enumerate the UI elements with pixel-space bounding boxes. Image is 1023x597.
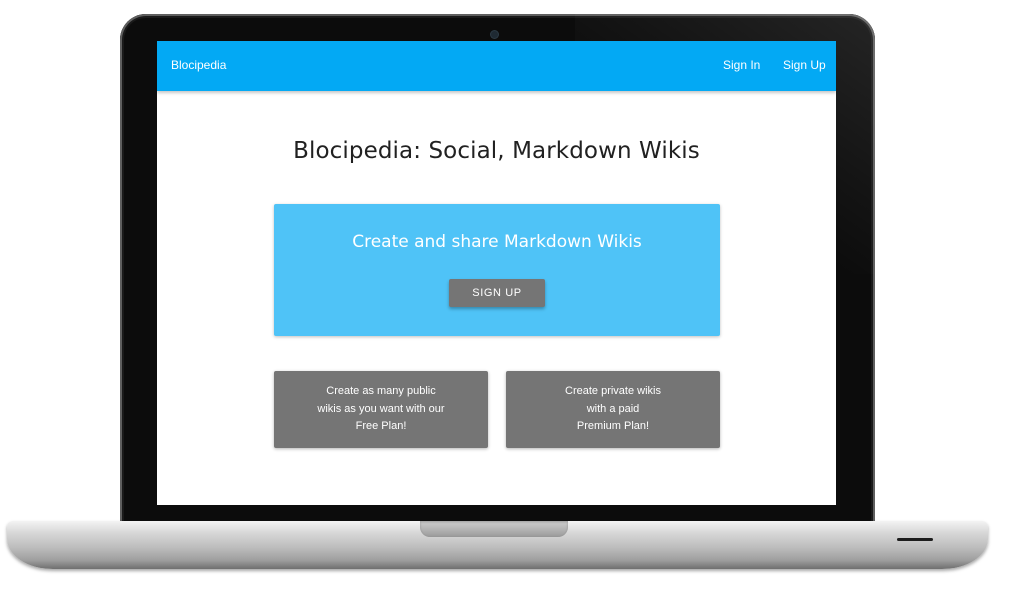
free-plan-line: Free Plan! [355, 420, 407, 432]
free-plan-card: Create as many public wikis as you want … [274, 371, 488, 448]
laptop-mockup: Blocipedia Sign In Sign Up Blocipedia: S… [0, 0, 1023, 597]
premium-plan-line: with a paid [586, 402, 640, 415]
webcam-icon [491, 31, 498, 38]
premium-plan-card: Create private wikis with a paid Premium… [506, 371, 720, 448]
premium-plan-text: Create private wikis with a paid Premium… [506, 383, 720, 436]
premium-plan-line: Create private wikis [565, 385, 661, 397]
navbar: Blocipedia Sign In Sign Up [157, 41, 836, 91]
free-plan-text: Create as many public wikis as you want … [274, 383, 488, 436]
brand-link[interactable]: Blocipedia [171, 58, 226, 72]
premium-plan-line: Premium Plan! [576, 420, 650, 432]
hero-title: Create and share Markdown Wikis [352, 232, 642, 252]
free-plan-line: Create as many public [326, 385, 436, 397]
sign-in-link[interactable]: Sign In [723, 58, 760, 72]
hero-card: Create and share Markdown Wikis SIGN UP [274, 204, 720, 336]
laptop-indicator-light [897, 538, 933, 541]
page-title: Blocipedia: Social, Markdown Wikis [293, 138, 700, 164]
browser-viewport: Blocipedia Sign In Sign Up Blocipedia: S… [157, 41, 836, 505]
sign-up-link[interactable]: Sign Up [783, 58, 826, 72]
sign-up-button[interactable]: SIGN UP [449, 279, 545, 307]
free-plan-line: wikis as you want with our [317, 402, 445, 415]
laptop-opening-notch [420, 521, 568, 537]
